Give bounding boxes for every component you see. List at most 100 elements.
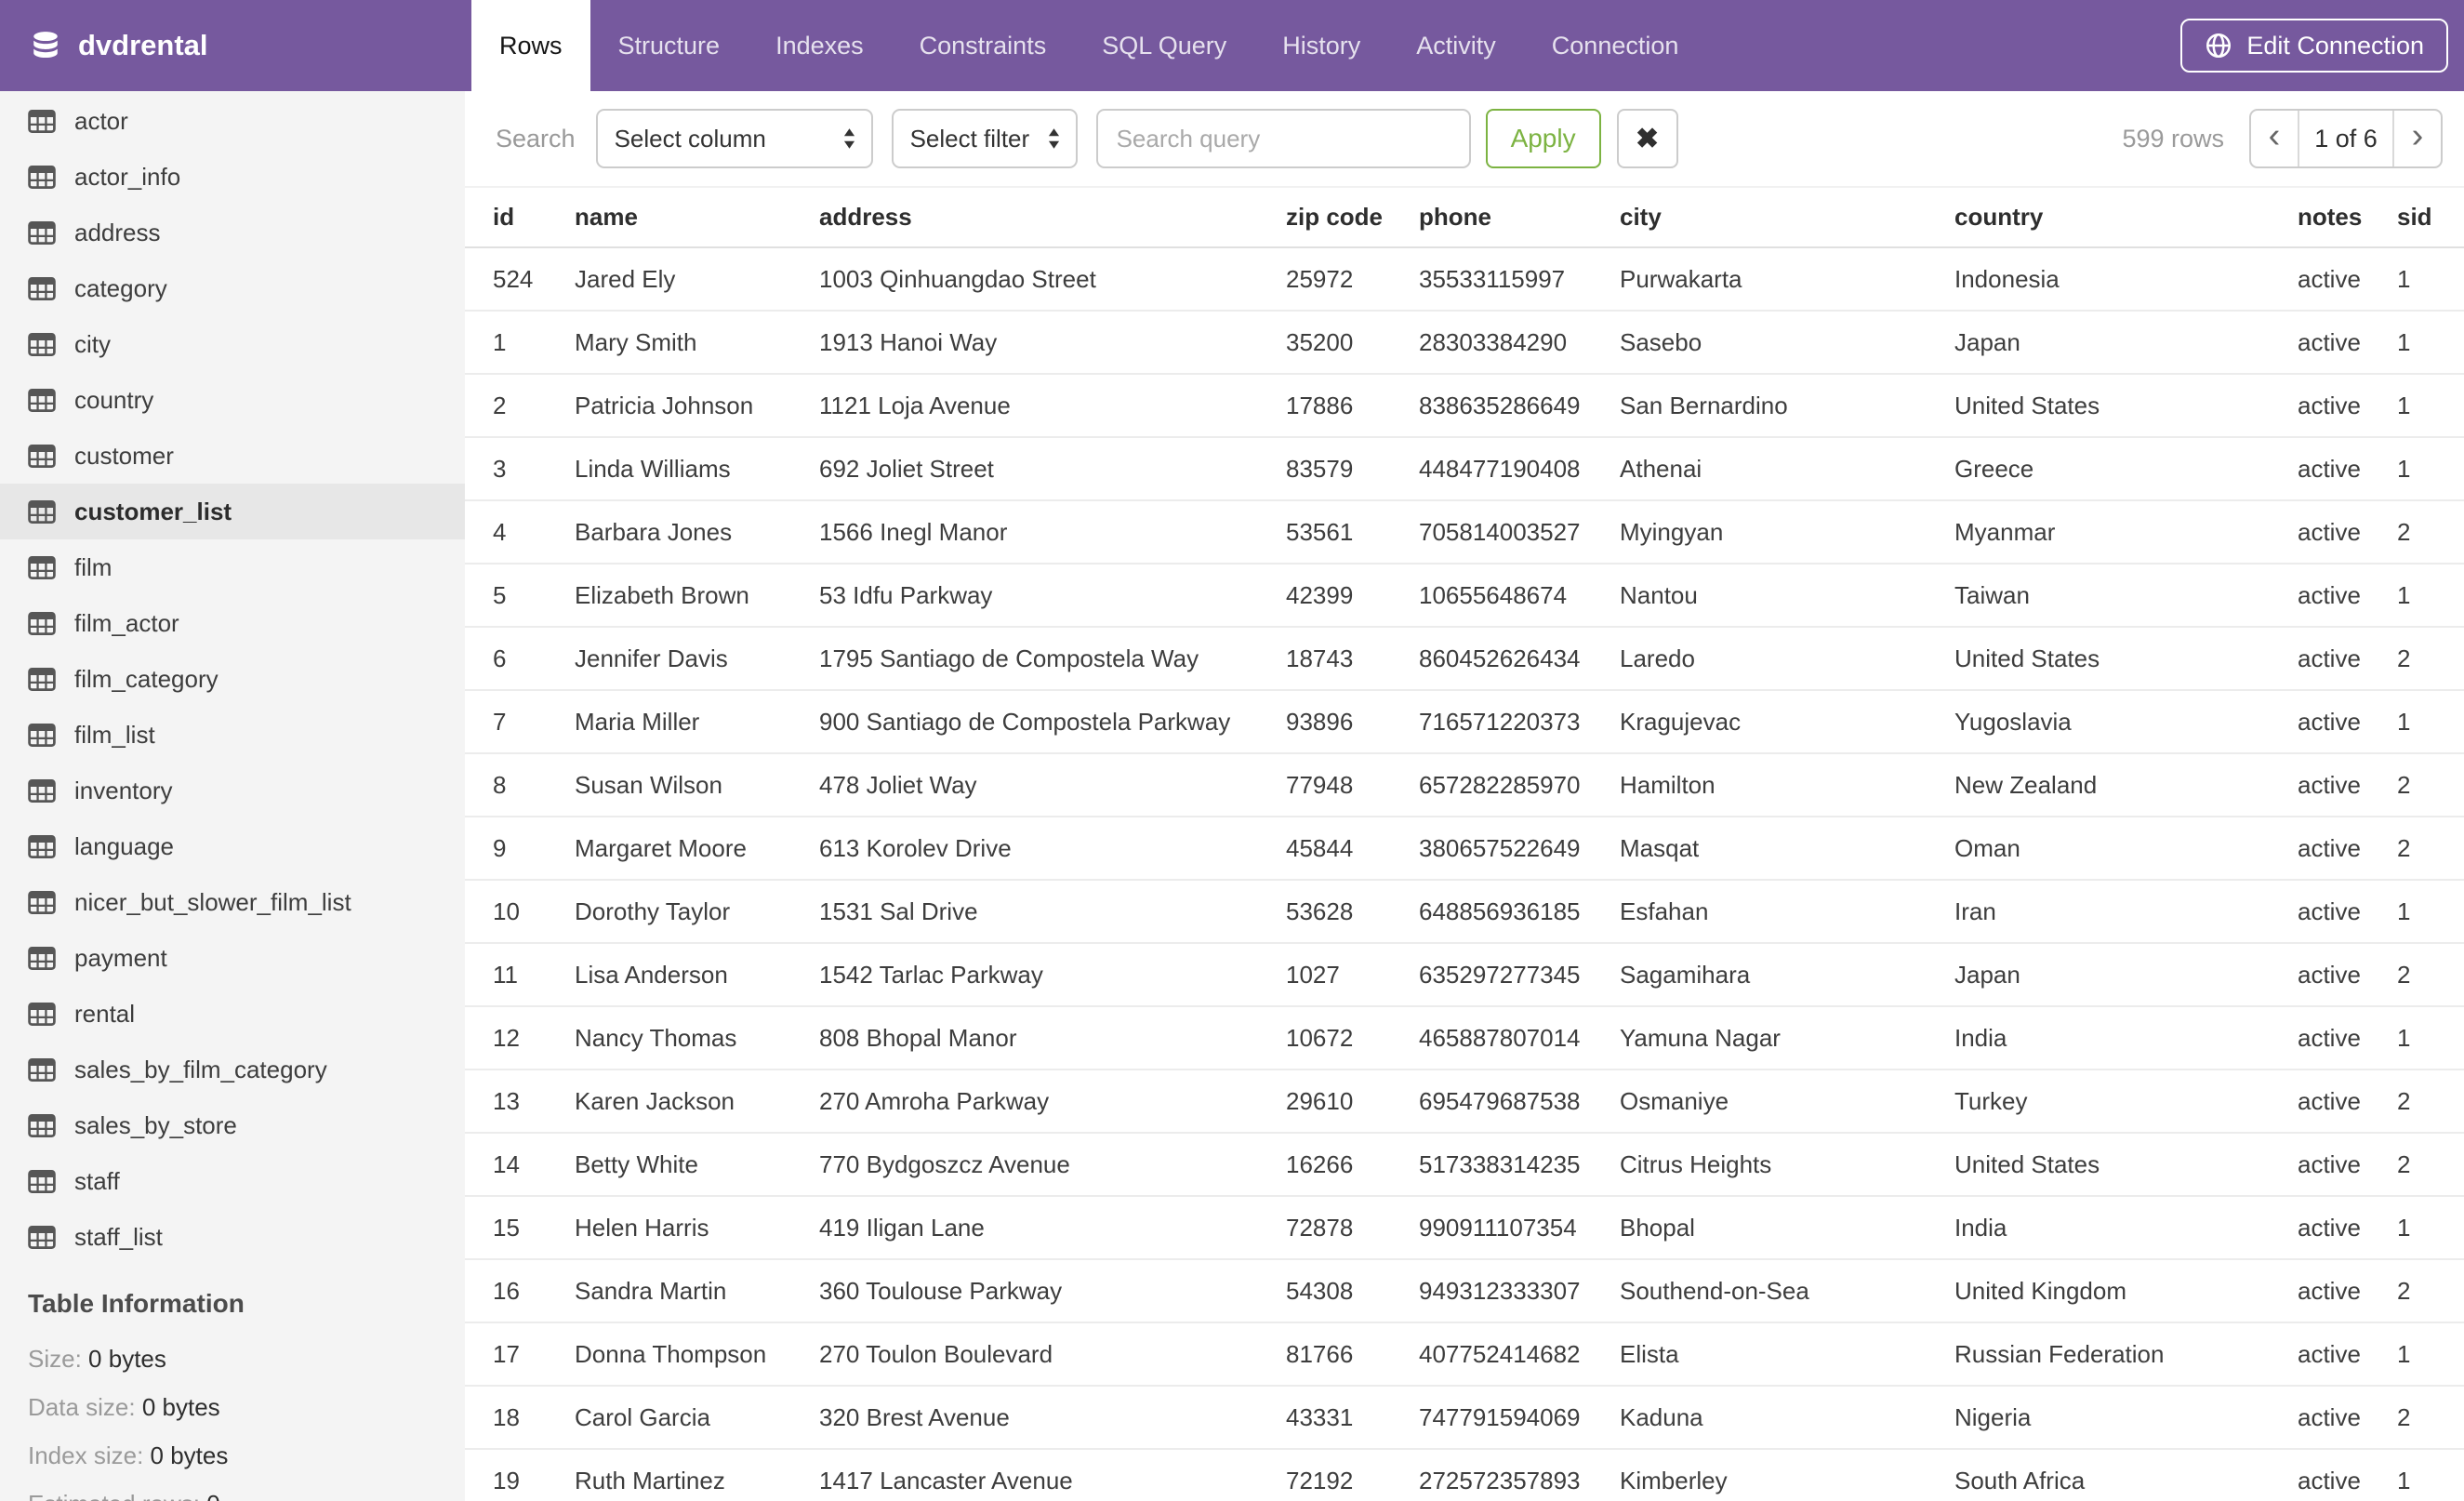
column-header-name[interactable]: name <box>575 186 819 248</box>
table-row[interactable]: 9 Margaret Moore 613 Korolev Drive 45844 380… <box>465 817 2464 881</box>
table-row[interactable]: 2 Patricia Johnson 1121 Loja Avenue 17886 83… <box>465 374 2464 438</box>
table-row[interactable]: 12 Nancy Thomas 808 Bhopal Manor 10672 46588… <box>465 1006 2464 1070</box>
sidebar-item-label: customer_list <box>74 497 232 525</box>
table-cell: 1 <box>2397 1196 2464 1260</box>
table-row[interactable]: 3 Linda Williams 692 Joliet Street 83579 448… <box>465 437 2464 501</box>
sidebar-item-city[interactable]: city <box>0 316 465 372</box>
next-page-button[interactable]: › <box>2394 111 2441 166</box>
table-cell: 1531 Sal Drive <box>819 880 1286 944</box>
apply-button[interactable]: Apply <box>1485 109 1601 168</box>
sidebar-item-inventory[interactable]: inventory <box>0 763 465 818</box>
table-row[interactable]: 1 Mary Smith 1913 Hanoi Way 35200 2830338429… <box>465 311 2464 375</box>
column-header-id[interactable]: id <box>465 186 575 248</box>
search-query-input[interactable] <box>1095 109 1471 168</box>
previous-page-button[interactable]: ‹ <box>2251 111 2298 166</box>
tab-indexes[interactable]: Indexes <box>748 0 892 91</box>
sidebar-item-language[interactable]: language <box>0 818 465 874</box>
sidebar-item-film_list[interactable]: film_list <box>0 707 465 763</box>
column-select[interactable]: Select column <box>595 109 873 168</box>
table-row[interactable]: 524 Jared Ely 1003 Qinhuangdao Street 25972… <box>465 247 2464 312</box>
table-row[interactable]: 10 Dorothy Taylor 1531 Sal Drive 53628 64885… <box>465 880 2464 944</box>
table-cell: Iran <box>1954 880 2298 944</box>
table-cell: 10 <box>465 880 575 944</box>
table-icon <box>28 1057 56 1082</box>
search-label: Search <box>496 124 576 153</box>
table-cell: 53628 <box>1286 880 1419 944</box>
page-indicator: 1 of 6 <box>2298 111 2394 166</box>
column-header-address[interactable]: address <box>819 186 1286 248</box>
sidebar-item-film_actor[interactable]: film_actor <box>0 595 465 651</box>
table-row[interactable]: 6 Jennifer Davis 1795 Santiago de Composte… <box>465 627 2464 691</box>
tab-history[interactable]: History <box>1254 0 1388 91</box>
table-row[interactable]: 5 Elizabeth Brown 53 Idfu Parkway 42399 1065… <box>465 564 2464 628</box>
table-info-line: Data size: 0 bytes <box>28 1393 465 1422</box>
tab-constraints[interactable]: Constraints <box>892 0 1075 91</box>
table-row[interactable]: 14 Betty White 770 Bydgoszcz Avenue 16266 51… <box>465 1133 2464 1197</box>
sidebar-item-staff[interactable]: staff <box>0 1153 465 1209</box>
sidebar-item-rental[interactable]: rental <box>0 986 465 1042</box>
table-cell: Jennifer Davis <box>575 627 819 691</box>
column-header-notes[interactable]: notes <box>2298 186 2397 248</box>
table-row[interactable]: 7 Maria Miller 900 Santiago de Compostela … <box>465 690 2464 754</box>
table-cell: 448477190408 <box>1419 437 1620 501</box>
column-header-country[interactable]: country <box>1954 186 2298 248</box>
filter-select[interactable]: Select filter <box>891 109 1078 168</box>
column-header-sid[interactable]: sid <box>2397 186 2464 248</box>
sidebar-item-customer[interactable]: customer <box>0 428 465 484</box>
sidebar-item-label: rental <box>74 999 136 1028</box>
tab-connection[interactable]: Connection <box>1524 0 1707 91</box>
table-cell: 42399 <box>1286 564 1419 628</box>
sidebar-item-country[interactable]: country <box>0 372 465 428</box>
table-cell: South Africa <box>1954 1449 2298 1501</box>
table-icon <box>28 220 56 245</box>
brand: dvdrental <box>0 0 465 91</box>
table-cell: active <box>2298 564 2397 628</box>
table-cell: 465887807014 <box>1419 1006 1620 1070</box>
tab-structure[interactable]: Structure <box>590 0 748 91</box>
sidebar-item-film[interactable]: film <box>0 539 465 595</box>
table-cell: active <box>2298 627 2397 691</box>
sidebar-item-category[interactable]: category <box>0 260 465 316</box>
sidebar-item-film_category[interactable]: film_category <box>0 651 465 707</box>
sidebar-item-payment[interactable]: payment <box>0 930 465 986</box>
sidebar-item-actor[interactable]: actor <box>0 93 465 149</box>
table-row[interactable]: 11 Lisa Anderson 1542 Tarlac Parkway 1027 63… <box>465 943 2464 1007</box>
table-row[interactable]: 17 Donna Thompson 270 Toulon Boulevard 8176… <box>465 1322 2464 1387</box>
table-cell: 16 <box>465 1259 575 1323</box>
table-cell: 17 <box>465 1322 575 1387</box>
table-row[interactable]: 18 Carol Garcia 320 Brest Avenue 43331 74779… <box>465 1386 2464 1450</box>
sidebar-item-nicer_but_slower_film_list[interactable]: nicer_but_slower_film_list <box>0 874 465 930</box>
column-header-city[interactable]: city <box>1620 186 1954 248</box>
table-cell: 28303384290 <box>1419 311 1620 375</box>
tab-rows[interactable]: Rows <box>471 0 590 91</box>
table-cell: 18 <box>465 1386 575 1450</box>
table-row[interactable]: 19 Ruth Martinez 1417 Lancaster Avenue 7219… <box>465 1449 2464 1501</box>
sidebar-item-address[interactable]: address <box>0 205 465 260</box>
table-row[interactable]: 16 Sandra Martin 360 Toulouse Parkway 54308… <box>465 1259 2464 1323</box>
table-cell: Masqat <box>1620 817 1954 881</box>
sidebar-item-sales_by_store[interactable]: sales_by_store <box>0 1097 465 1153</box>
table-row[interactable]: 8 Susan Wilson 478 Joliet Way 77948 65728228… <box>465 753 2464 817</box>
tab-activity[interactable]: Activity <box>1388 0 1524 91</box>
column-header-zip-code[interactable]: zip code <box>1286 186 1419 248</box>
sidebar-item-label: staff <box>74 1166 120 1195</box>
table-cell: Japan <box>1954 943 2298 1007</box>
column-header-phone[interactable]: phone <box>1419 186 1620 248</box>
sidebar-item-staff_list[interactable]: staff_list <box>0 1209 465 1265</box>
edit-connection-button[interactable]: Edit Connection <box>2180 19 2448 73</box>
table-row[interactable]: 15 Helen Harris 419 Iligan Lane 72878 990911… <box>465 1196 2464 1260</box>
table-cell: 72878 <box>1286 1196 1419 1260</box>
clear-filter-button[interactable]: ✖ <box>1616 109 1678 168</box>
table-cell: 2 <box>2397 753 2464 817</box>
table-cell: 29610 <box>1286 1069 1419 1134</box>
sidebar-item-actor_info[interactable]: actor_info <box>0 149 465 205</box>
table-row[interactable]: 4 Barbara Jones 1566 Inegl Manor 53561 70581… <box>465 500 2464 565</box>
sidebar-item-sales_by_film_category[interactable]: sales_by_film_category <box>0 1042 465 1097</box>
tab-sql-query[interactable]: SQL Query <box>1074 0 1254 91</box>
table-cell: 15 <box>465 1196 575 1260</box>
sidebar-item-customer_list[interactable]: customer_list <box>0 484 465 539</box>
table-icon <box>28 667 56 691</box>
table-cell: 692 Joliet Street <box>819 437 1286 501</box>
app-header: dvdrental Rows Structure Indexes Constraint… <box>0 0 2464 91</box>
table-row[interactable]: 13 Karen Jackson 270 Amroha Parkway 29610 69… <box>465 1069 2464 1134</box>
